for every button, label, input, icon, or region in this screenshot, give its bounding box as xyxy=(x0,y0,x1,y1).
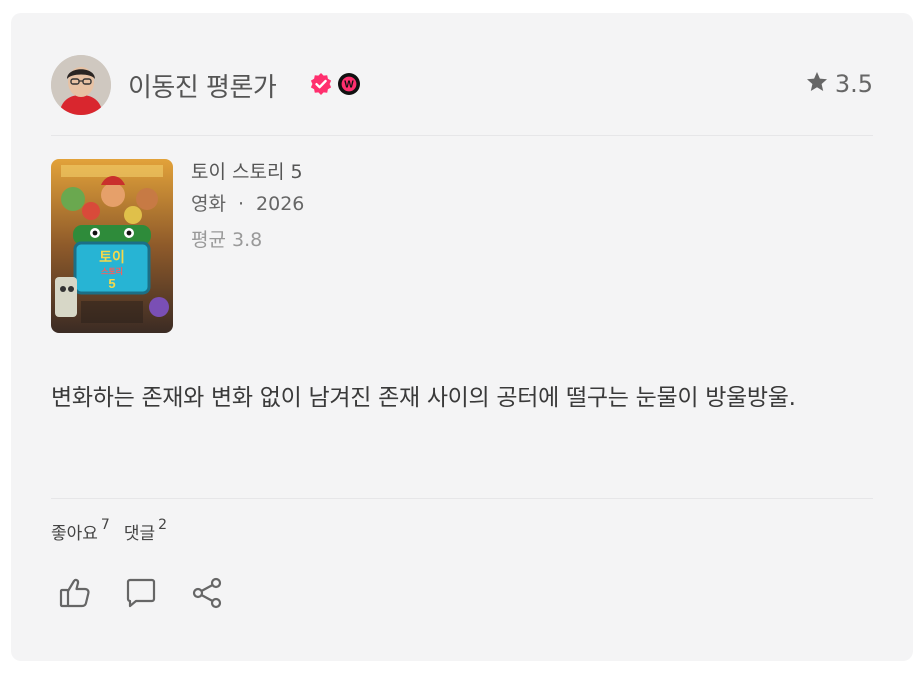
reviewer-rating: 3.5 xyxy=(805,70,873,98)
comments-stat[interactable]: 댓글 2 xyxy=(123,517,168,544)
movie-meta: 영화 · 2026 xyxy=(191,191,304,227)
movie-type: 영화 xyxy=(191,193,226,215)
comments-label: 댓글 xyxy=(123,524,156,544)
rating-value: 3.5 xyxy=(834,70,873,98)
review-text: 변화하는 존재와 변화 없이 남겨진 존재 사이의 공터에 떨구는 눈물이 방울… xyxy=(51,385,796,411)
thumbs-up-icon xyxy=(57,575,93,615)
review-stats: 좋아요 7 댓글 2 xyxy=(51,517,168,544)
likes-stat[interactable]: 좋아요 7 xyxy=(51,517,110,544)
watcha-badge-letter: W xyxy=(344,80,354,91)
watcha-badge-icon: W xyxy=(337,72,361,100)
comments-count: 2 xyxy=(158,517,168,534)
poster-title-line3: 5 xyxy=(108,276,115,291)
movie-average-rating: 평균 3.8 xyxy=(191,229,263,251)
poster-title-line2: 스토리 xyxy=(101,266,123,276)
review-header: 이동진 평론가 W 3.5 xyxy=(51,55,873,115)
poster-title-line1: 토이 xyxy=(99,249,125,265)
star-icon xyxy=(805,70,829,98)
share-button[interactable] xyxy=(187,575,227,615)
likes-label: 좋아요 xyxy=(51,524,98,544)
reviewer-badges: W xyxy=(309,72,361,100)
like-button[interactable] xyxy=(55,575,95,615)
share-icon xyxy=(189,575,225,615)
movie-poster[interactable]: 토이 스토리 5 xyxy=(51,159,173,333)
avatar[interactable] xyxy=(51,55,111,115)
verified-check-icon xyxy=(309,72,333,100)
stats-divider xyxy=(51,498,873,499)
movie-year: 2026 xyxy=(256,193,305,215)
reviewer-name[interactable]: 이동진 평론가 xyxy=(128,67,277,104)
speech-bubble-icon xyxy=(123,575,159,615)
header-divider xyxy=(51,135,873,136)
comment-button[interactable] xyxy=(121,575,161,615)
movie-title[interactable]: 토이 스토리 5 xyxy=(191,159,304,191)
review-card: 이동진 평론가 W 3.5 토이 스토리 5 토이 스토리 5 영화 · 202… xyxy=(11,13,913,661)
review-actions xyxy=(55,575,227,615)
meta-separator: · xyxy=(237,193,245,215)
likes-count: 7 xyxy=(100,517,110,534)
movie-info: 토이 스토리 5 영화 · 2026 평균 3.8 xyxy=(191,159,304,253)
